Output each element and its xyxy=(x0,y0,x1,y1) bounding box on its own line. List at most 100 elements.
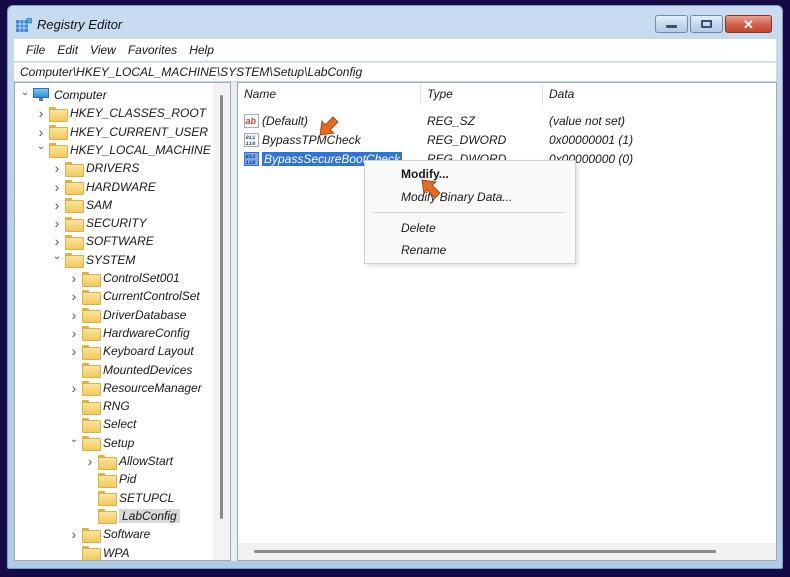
menu-bar: File Edit View Favorites Help xyxy=(14,39,776,61)
tree-node-label: SECURITY xyxy=(86,216,147,231)
chevron-right-icon[interactable]: › xyxy=(68,526,80,542)
maximize-icon xyxy=(701,20,712,28)
menu-view[interactable]: View xyxy=(84,43,122,57)
tree-node-pid[interactable]: Pid xyxy=(84,470,136,488)
chevron-down-icon[interactable]: ⌄ xyxy=(68,434,80,445)
context-menu-rename[interactable]: Rename xyxy=(401,240,446,260)
tree-node-label: Pid xyxy=(119,472,137,487)
tree-node-sam[interactable]: › SAM xyxy=(51,196,112,214)
column-header-type[interactable]: Type xyxy=(421,83,543,105)
context-menu: Modify... Modify Binary Data... Delete R… xyxy=(364,160,576,264)
chevron-right-icon[interactable]: › xyxy=(51,179,63,195)
tree-node-select[interactable]: Select xyxy=(68,415,136,433)
column-header-data[interactable]: Data xyxy=(543,83,776,105)
chevron-right-icon[interactable]: › xyxy=(84,453,96,469)
tree-node-labconfig[interactable]: LabConfig xyxy=(84,507,180,525)
folder-icon xyxy=(82,289,101,305)
tree-vertical-scrollbar[interactable] xyxy=(213,83,230,560)
tree-node-setupcl[interactable]: SETUPCL xyxy=(84,489,174,507)
chevron-down-icon[interactable]: ⌄ xyxy=(51,251,63,262)
tree-node-label: LabConfig xyxy=(119,508,180,523)
close-button[interactable]: ✕ xyxy=(725,15,772,33)
tree-node-system[interactable]: ⌄ SYSTEM xyxy=(51,251,135,269)
folder-icon xyxy=(65,198,84,214)
tree-scroll-thumb[interactable] xyxy=(220,95,223,519)
context-menu-separator xyxy=(373,212,565,213)
menu-file[interactable]: File xyxy=(20,43,51,57)
maximize-button[interactable] xyxy=(690,15,723,33)
menu-help[interactable]: Help xyxy=(183,43,220,57)
tree-node-software[interactable]: › Software xyxy=(68,525,150,543)
tree-node-setup[interactable]: ⌄ Setup xyxy=(68,434,134,452)
registry-editor-window: Registry Editor ✕ File Edit View Favorit… xyxy=(7,5,783,569)
address-bar[interactable]: Computer\HKEY_LOCAL_MACHINE\SYSTEM\Setup… xyxy=(14,62,776,81)
tree-node-driverdatabase[interactable]: › DriverDatabase xyxy=(68,306,186,324)
context-menu-delete[interactable]: Delete xyxy=(401,218,436,238)
folder-icon xyxy=(82,326,101,342)
menu-edit[interactable]: Edit xyxy=(51,43,84,57)
values-horizontal-scrollbar[interactable] xyxy=(238,543,776,560)
tree-node-hardware[interactable]: › HARDWARE xyxy=(51,178,156,196)
tree-node-label: HKEY_CURRENT_USER xyxy=(70,124,209,139)
tree-node-rng[interactable]: RNG xyxy=(68,397,130,415)
minimize-button[interactable] xyxy=(655,15,688,33)
tree-node-label: AllowStart xyxy=(119,454,174,468)
value-name: (Default) xyxy=(262,113,309,128)
tree-node-label: ControlSet001 xyxy=(103,271,180,285)
tree-node-mounteddevices[interactable]: MountedDevices xyxy=(68,361,192,379)
tree-node-label: CurrentControlSet xyxy=(103,289,200,304)
folder-icon xyxy=(82,308,101,324)
value-type: REG_DWORD xyxy=(427,132,507,147)
chevron-right-icon[interactable]: › xyxy=(51,215,63,231)
tree-node-security[interactable]: › SECURITY xyxy=(51,214,147,232)
tree-node-hardwareconfig[interactable]: › HardwareConfig xyxy=(68,324,190,342)
chevron-down-icon[interactable]: ⌄ xyxy=(35,141,47,152)
values-scroll-thumb[interactable] xyxy=(254,550,716,553)
tree-node-computer[interactable]: ⌄ Computer xyxy=(19,86,107,104)
chevron-right-icon[interactable]: › xyxy=(68,325,80,341)
window-title: Registry Editor xyxy=(37,17,123,32)
chevron-right-icon[interactable]: › xyxy=(35,105,47,121)
folder-icon xyxy=(98,491,117,507)
chevron-right-icon[interactable]: › xyxy=(68,307,80,323)
chevron-down-icon[interactable]: ⌄ xyxy=(19,87,31,98)
folder-icon xyxy=(65,253,84,269)
chevron-right-icon[interactable]: › xyxy=(51,197,63,213)
context-menu-modify-binary[interactable]: Modify Binary Data... xyxy=(401,187,512,207)
chevron-right-icon[interactable]: › xyxy=(68,380,80,396)
tree-node-drivers[interactable]: › DRIVERS xyxy=(51,159,139,177)
value-name: BypassTPMCheck xyxy=(262,132,361,147)
tree-node-hkey-current-user[interactable]: › HKEY_CURRENT_USER xyxy=(35,123,208,141)
chevron-right-icon[interactable]: › xyxy=(68,288,80,304)
tree-node-hkey-local-machine[interactable]: ⌄ HKEY_LOCAL_MACHINE xyxy=(35,141,211,159)
folder-icon xyxy=(82,399,101,415)
tree-node-label: SYSTEM xyxy=(86,252,136,267)
tree-node-allowstart[interactable]: › AllowStart xyxy=(84,452,173,470)
value-type: REG_SZ xyxy=(427,113,476,128)
folder-icon xyxy=(82,527,101,543)
value-data: 0x00000000 (0) xyxy=(549,151,634,166)
tree-node-label: RNG xyxy=(103,399,130,414)
tree-node-keyboard-layout[interactable]: › Keyboard Layout xyxy=(68,342,194,360)
chevron-right-icon[interactable]: › xyxy=(35,124,47,140)
chevron-right-icon[interactable]: › xyxy=(68,343,80,359)
tree-node-label: SETUPCL xyxy=(119,490,175,505)
folder-icon xyxy=(98,472,117,488)
registry-tree: ⌄ Computer › HKEY_CLASSES_ROOT › HKEY_CURRENT… xyxy=(14,82,231,561)
column-header-name[interactable]: Name xyxy=(238,83,421,105)
chevron-right-icon[interactable]: › xyxy=(51,233,63,249)
tree-node-hkey-classes-root[interactable]: › HKEY_CLASSES_ROOT xyxy=(35,104,206,122)
tree-node-controlset001[interactable]: › ControlSet001 xyxy=(68,269,180,287)
title-bar[interactable]: Registry Editor ✕ xyxy=(8,6,782,40)
tree-node-label: Select xyxy=(103,417,137,432)
folder-icon xyxy=(65,161,84,177)
tree-node-resourcemanager[interactable]: › ResourceManager xyxy=(68,379,202,397)
folder-icon xyxy=(65,234,84,250)
chevron-right-icon[interactable]: › xyxy=(51,160,63,176)
tree-node-software[interactable]: › SOFTWARE xyxy=(51,232,154,250)
chevron-right-icon[interactable]: › xyxy=(68,270,80,286)
menu-favorites[interactable]: Favorites xyxy=(122,43,183,57)
tree-node-wpa[interactable]: WPA xyxy=(68,544,129,560)
folder-icon xyxy=(82,546,101,560)
tree-node-currentcontrolset[interactable]: › CurrentControlSet xyxy=(68,287,200,305)
